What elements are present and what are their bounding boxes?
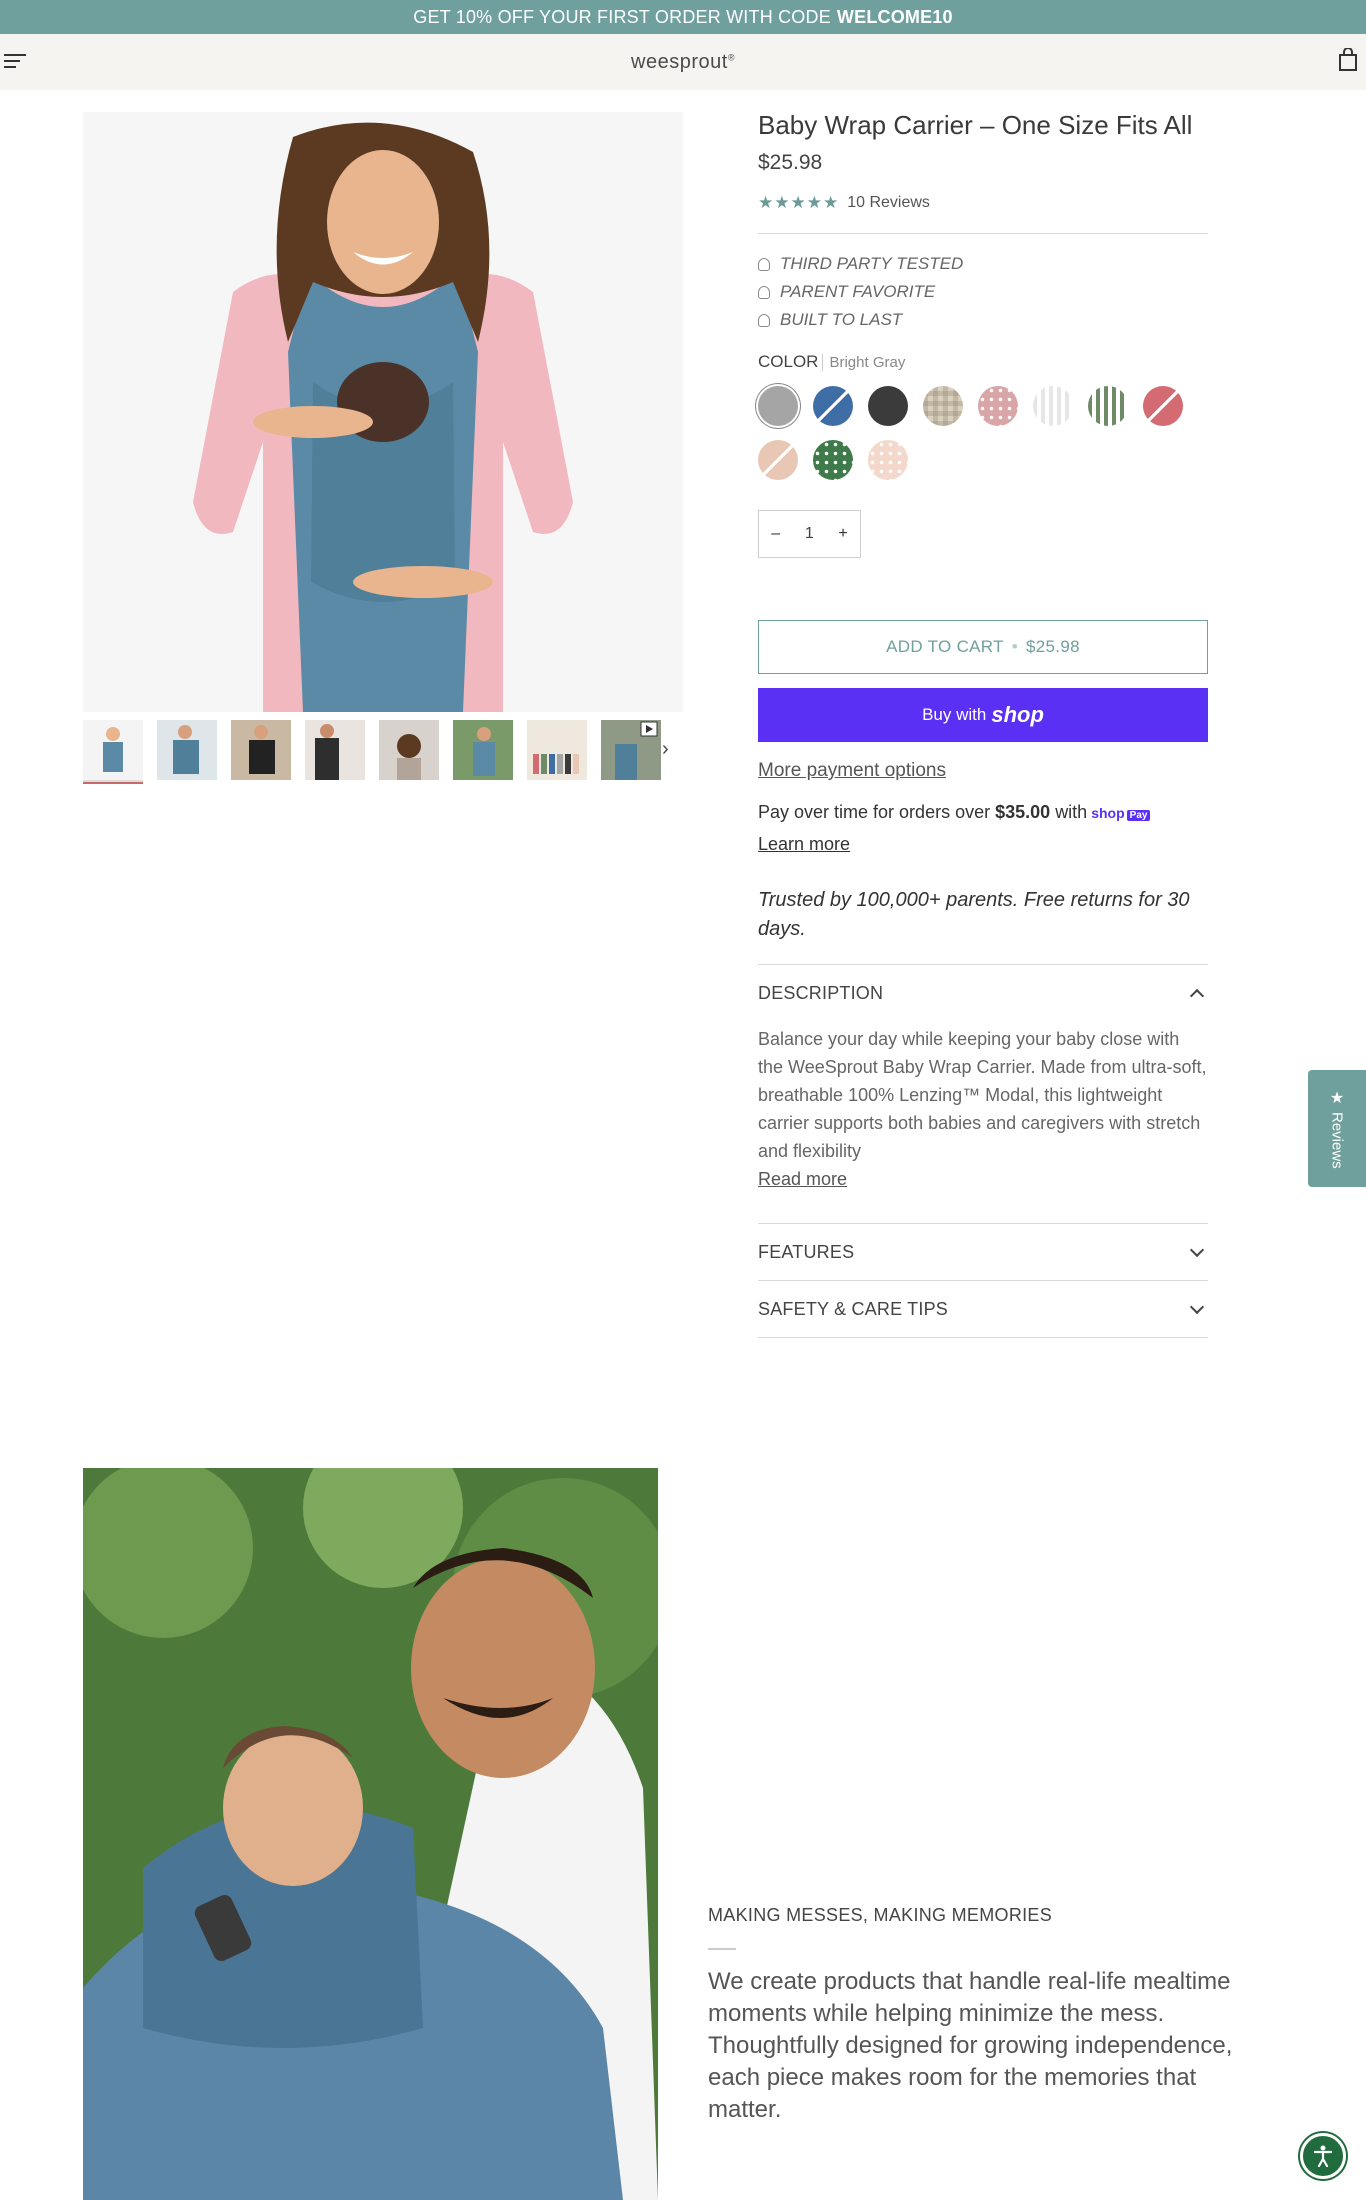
thumbnail-6[interactable] — [453, 720, 513, 780]
swatch-plaid[interactable] — [923, 386, 963, 426]
badge-third-party-tested: THIRD PARTY TESTED — [758, 250, 1208, 278]
features-toggle[interactable]: FEATURES — [758, 1224, 1208, 1280]
safety-toggle[interactable]: SAFETY & CARE TIPS — [758, 1281, 1208, 1337]
divider — [758, 233, 1208, 234]
menu-icon[interactable] — [4, 54, 26, 70]
reviews-side-tab[interactable]: ★ Reviews — [1308, 1070, 1366, 1187]
swatch-white-stripe[interactable] — [1033, 386, 1073, 426]
story-text: We create products that handle real-life… — [708, 1968, 1233, 2123]
accordion-description: DESCRIPTION Balance your day while keepi… — [758, 964, 1208, 1223]
promo-banner: GET 10% OFF YOUR FIRST ORDER WITH CODE W… — [0, 0, 1366, 34]
swatch-peach-dots[interactable] — [868, 440, 908, 480]
learn-more-link[interactable]: Learn more — [758, 830, 850, 858]
selected-color-name: Bright Gray — [822, 354, 906, 371]
accessibility-icon[interactable] — [1300, 2133, 1346, 2179]
swatch-green-stripe[interactable] — [1088, 386, 1128, 426]
thumbnail-next-chevron-icon[interactable]: › — [662, 738, 682, 762]
brand-story: MAKING MESSES, MAKING MEMORIES We create… — [708, 1905, 1268, 2126]
lifestyle-image — [83, 1468, 658, 2200]
color-swatches — [758, 386, 1198, 480]
chevron-down-icon — [1189, 1242, 1205, 1258]
thumbnail-5[interactable] — [379, 720, 439, 780]
qty-minus-button[interactable]: – — [771, 525, 780, 543]
quantity-stepper: – 1 + — [758, 510, 861, 558]
cart-icon[interactable] — [1338, 48, 1358, 72]
award-icon — [758, 285, 770, 299]
story-heading: MAKING MESSES, MAKING MEMORIES — [708, 1905, 1053, 1925]
promo-text: GET 10% OFF YOUR FIRST ORDER WITH CODE — [413, 6, 831, 27]
color-label: COLOR Bright Gray — [758, 352, 906, 371]
logo[interactable]: weesprout® — [631, 51, 735, 74]
rating-summary[interactable]: ★★★★★ 10 Reviews — [758, 193, 1208, 213]
product-main-image[interactable] — [83, 112, 683, 712]
read-more-link[interactable]: Read more — [758, 1169, 847, 1189]
swatch-green-dots[interactable] — [813, 440, 853, 480]
chevron-up-icon — [1189, 988, 1205, 1004]
description-toggle[interactable]: DESCRIPTION — [758, 965, 1208, 1021]
reviews-count: 10 Reviews — [847, 194, 930, 211]
award-icon — [758, 257, 770, 271]
star-icon: ★ — [1329, 1090, 1345, 1108]
thumbnail-3[interactable] — [231, 720, 291, 780]
chevron-down-icon — [1189, 1299, 1205, 1315]
award-icon — [758, 313, 770, 327]
swatch-pink-dots[interactable] — [978, 386, 1018, 426]
thumbnail-8-video[interactable] — [601, 720, 661, 780]
swatch-rose[interactable] — [1143, 386, 1183, 426]
buy-with-shop-button[interactable]: Buy with shop — [758, 688, 1208, 742]
shop-pay-logo: shop Pay — [1091, 805, 1151, 821]
promo-code: WELCOME10 — [836, 6, 953, 27]
thumbnail-2[interactable] — [157, 720, 217, 780]
product-price: $25.98 — [758, 151, 823, 174]
thumbnail-1[interactable] — [83, 720, 143, 784]
swatch-charcoal[interactable] — [868, 386, 908, 426]
thumbnail-4[interactable] — [305, 720, 365, 780]
accordion-features: FEATURES — [758, 1223, 1208, 1280]
pay-over-time-note: Pay over time for orders over $35.00 wit… — [758, 798, 1208, 858]
qty-plus-button[interactable]: + — [838, 525, 847, 543]
swatch-blue[interactable] — [813, 386, 853, 426]
qty-value[interactable]: 1 — [805, 525, 814, 543]
add-to-cart-button[interactable]: ADD TO CART • $25.98 — [758, 620, 1208, 674]
swatch-blush[interactable] — [758, 440, 798, 480]
site-header: weesprout® — [0, 34, 1366, 90]
thumbnail-strip — [83, 720, 693, 784]
trust-badges: THIRD PARTY TESTED PARENT FAVORITE BUILT… — [758, 250, 1208, 334]
thumbnail-7[interactable] — [527, 720, 587, 780]
product-title: Baby Wrap Carrier – One Size Fits All — [758, 110, 1193, 140]
product-info: Baby Wrap Carrier – One Size Fits All $2… — [758, 108, 1208, 1338]
more-payment-options-link[interactable]: More payment options — [758, 760, 946, 782]
story-divider — [708, 1948, 736, 1950]
badge-parent-favorite: PARENT FAVORITE — [758, 278, 1208, 306]
description-body: Balance your day while keeping your baby… — [758, 1029, 1207, 1189]
badge-built-to-last: BUILT TO LAST — [758, 306, 1208, 334]
swatch-bright-gray[interactable] — [758, 386, 798, 426]
trusted-note: Trusted by 100,000+ parents. Free return… — [758, 889, 1190, 940]
star-rating-icon: ★★★★★ — [758, 193, 840, 212]
accordion-safety: SAFETY & CARE TIPS — [758, 1280, 1208, 1338]
